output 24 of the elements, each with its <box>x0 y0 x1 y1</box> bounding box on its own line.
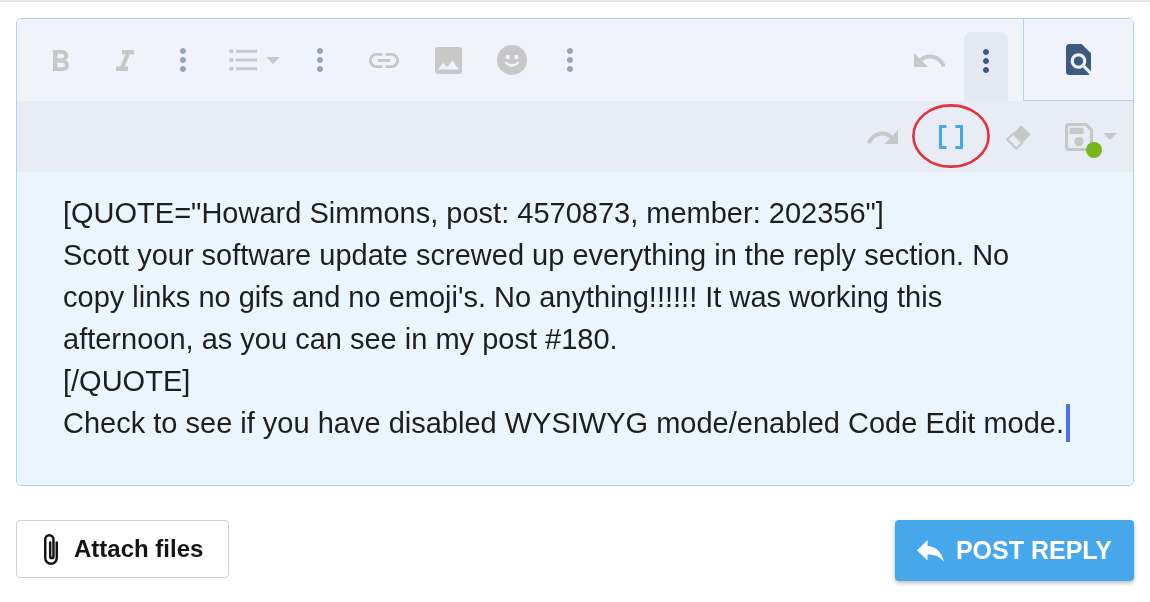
text-cursor-icon <box>1066 404 1071 442</box>
smiley-icon <box>497 45 527 75</box>
attach-files-button[interactable]: Attach files <box>16 520 229 578</box>
more-menu-icon <box>180 48 186 72</box>
caret-icon <box>266 56 280 64</box>
eraser-icon <box>1005 122 1033 151</box>
brackets-icon <box>938 124 964 149</box>
caret-icon <box>1103 133 1117 140</box>
undo-icon <box>913 53 945 67</box>
bulleted-list-icon <box>229 49 257 71</box>
more-menu-icon <box>983 49 989 73</box>
more-options-button[interactable] <box>964 32 1008 101</box>
image-icon <box>434 46 462 74</box>
reply-arrow-icon <box>916 539 944 562</box>
italic-icon <box>116 49 134 71</box>
more-menu-icon <box>567 48 573 72</box>
more-menu-icon <box>317 48 323 72</box>
document-search-icon <box>1066 44 1091 75</box>
paperclip-icon <box>44 533 58 565</box>
link-icon <box>369 52 399 68</box>
redo-icon <box>866 129 898 144</box>
text-editor-field[interactable]: [QUOTE="Howard Simmons, post: 4570873, member: 202356"] Scott your software update screwed up everything in the reply section. No copy links no gifs and no emoji's. No anything!!!!!! It was working this afternoon, as you can see in my post #180. [/QUOTE] Check to see if you have disabled WYSIWYG mode/enabled Code Edit mode. <box>17 172 1133 485</box>
preview-button[interactable] <box>1023 19 1133 101</box>
bold-icon <box>53 49 69 71</box>
